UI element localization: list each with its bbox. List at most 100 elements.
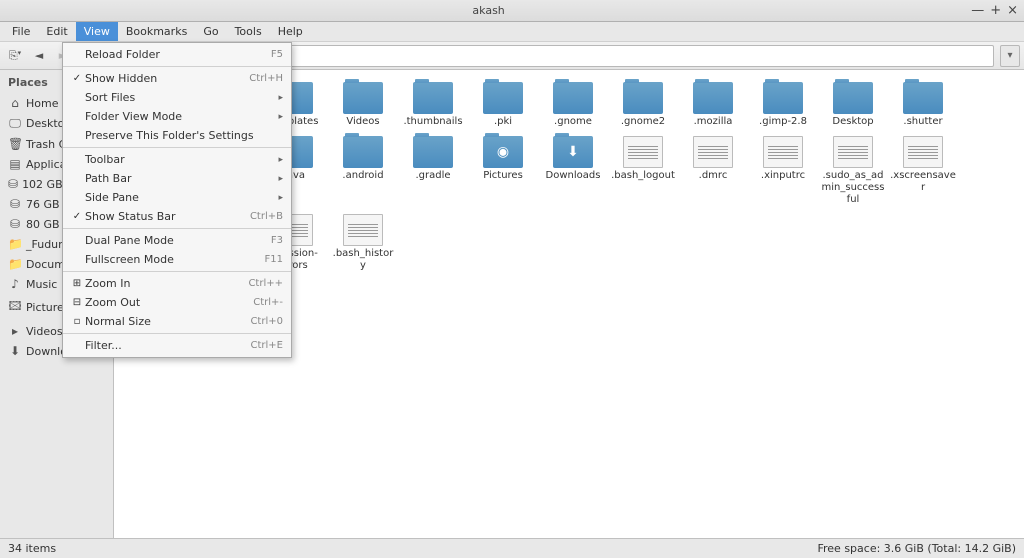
- item-label: .gimp-2.8: [759, 116, 807, 128]
- window-title: akash: [6, 4, 971, 17]
- path-dropdown[interactable]: ▾: [1000, 45, 1020, 67]
- menu-item-label: Normal Size: [85, 315, 250, 328]
- menu-check-icon: ✓: [69, 73, 85, 84]
- menu-check-icon: ⊞: [69, 278, 85, 289]
- menu-item-show-status-bar[interactable]: ✓Show Status BarCtrl+B: [63, 207, 291, 226]
- item-label: .bash_history: [330, 248, 396, 272]
- folder-item[interactable]: Videos: [328, 78, 398, 132]
- window-controls: — + ×: [971, 3, 1018, 18]
- menu-go[interactable]: Go: [195, 22, 226, 41]
- item-label: .pki: [494, 116, 512, 128]
- sidebar-item-icon: ⛁: [8, 217, 22, 231]
- menu-accelerator: Ctrl+B: [250, 211, 283, 222]
- maximize-button[interactable]: +: [990, 3, 1001, 18]
- menu-file[interactable]: File: [4, 22, 38, 41]
- item-label: .gnome2: [621, 116, 665, 128]
- folder-item[interactable]: .android: [328, 132, 398, 210]
- folder-item[interactable]: .thumbnails: [398, 78, 468, 132]
- item-label: .android: [342, 170, 383, 182]
- menu-separator: [63, 333, 291, 334]
- folder-icon: ⬇: [553, 136, 593, 168]
- folder-item[interactable]: .shutter: [888, 78, 958, 132]
- menu-item-label: Zoom Out: [85, 296, 253, 309]
- menu-tools[interactable]: Tools: [227, 22, 270, 41]
- new-tab-button[interactable]: ⎘▾: [4, 45, 26, 67]
- folder-icon: [693, 82, 733, 114]
- folder-item[interactable]: .mozilla: [678, 78, 748, 132]
- file-item[interactable]: .xinputrc: [748, 132, 818, 210]
- menu-bookmarks[interactable]: Bookmarks: [118, 22, 195, 41]
- menu-accelerator: Ctrl+0: [250, 316, 283, 327]
- folder-icon: [553, 82, 593, 114]
- menu-item-folder-view-mode[interactable]: Folder View Mode▸: [63, 107, 291, 126]
- menu-check-icon: ▫: [69, 316, 85, 327]
- minimize-button[interactable]: —: [971, 3, 984, 18]
- menu-separator: [63, 228, 291, 229]
- menu-item-dual-pane-mode[interactable]: Dual Pane ModeF3: [63, 231, 291, 250]
- menu-item-reload-folder[interactable]: Reload FolderF5: [63, 45, 291, 64]
- menu-item-label: Zoom In: [85, 277, 248, 290]
- folder-item[interactable]: ◉Pictures: [468, 132, 538, 210]
- menu-item-show-hidden[interactable]: ✓Show HiddenCtrl+H: [63, 69, 291, 88]
- menu-check-icon: ✓: [69, 211, 85, 222]
- menu-item-label: Path Bar: [85, 172, 272, 185]
- folder-item[interactable]: .gnome: [538, 78, 608, 132]
- menu-accelerator: Ctrl++: [248, 278, 283, 289]
- close-button[interactable]: ×: [1007, 3, 1018, 18]
- menu-accelerator: Ctrl+H: [249, 73, 283, 84]
- sidebar-item-icon: 🗑: [8, 137, 22, 151]
- item-label: .gradle: [415, 170, 450, 182]
- menu-item-label: Side Pane: [85, 191, 272, 204]
- menu-item-zoom-out[interactable]: ⊟Zoom OutCtrl+-: [63, 293, 291, 312]
- back-button[interactable]: ◄: [28, 45, 50, 67]
- menu-item-toolbar[interactable]: Toolbar▸: [63, 150, 291, 169]
- sidebar-item-icon: ▤: [8, 157, 22, 171]
- item-label: Pictures: [483, 170, 523, 182]
- text-file-icon: [623, 136, 663, 168]
- menu-item-label: Show Status Bar: [85, 210, 250, 223]
- sidebar-item-icon: ♪: [8, 277, 22, 291]
- folder-item[interactable]: Desktop: [818, 78, 888, 132]
- folder-item[interactable]: .gimp-2.8: [748, 78, 818, 132]
- sidebar-item-icon: 🖾: [8, 297, 22, 318]
- menu-separator: [63, 271, 291, 272]
- menu-item-label: Folder View Mode: [85, 110, 272, 123]
- sidebar-item-label: Music: [26, 278, 57, 291]
- menu-help[interactable]: Help: [270, 22, 311, 41]
- sidebar-item-icon: 📁: [8, 237, 22, 251]
- menu-view[interactable]: View: [76, 22, 118, 41]
- file-item[interactable]: .xscreensaver: [888, 132, 958, 210]
- status-bar: 34 items Free space: 3.6 GiB (Total: 14.…: [0, 538, 1024, 558]
- item-label: Desktop: [832, 116, 873, 128]
- menubar: FileEditViewBookmarksGoToolsHelp: [0, 22, 1024, 42]
- folder-item[interactable]: ⬇Downloads: [538, 132, 608, 210]
- menu-item-normal-size[interactable]: ▫Normal SizeCtrl+0: [63, 312, 291, 331]
- menu-edit[interactable]: Edit: [38, 22, 75, 41]
- folder-icon: [623, 82, 663, 114]
- menu-item-label: Sort Files: [85, 91, 272, 104]
- menu-item-filter[interactable]: Filter...Ctrl+E: [63, 336, 291, 355]
- menu-item-label: Dual Pane Mode: [85, 234, 271, 247]
- submenu-arrow-icon: ▸: [272, 112, 283, 122]
- sidebar-item-icon: ▸: [8, 324, 22, 338]
- file-item[interactable]: .dmrc: [678, 132, 748, 210]
- submenu-arrow-icon: ▸: [272, 93, 283, 103]
- menu-item-label: Show Hidden: [85, 72, 249, 85]
- menu-item-preserve-this-folder-s-settings[interactable]: Preserve This Folder's Settings: [63, 126, 291, 145]
- sidebar-item-icon: 🖵: [8, 116, 22, 131]
- menu-item-side-pane[interactable]: Side Pane▸: [63, 188, 291, 207]
- menu-accelerator: Ctrl+E: [251, 340, 284, 351]
- folder-item[interactable]: .pki: [468, 78, 538, 132]
- folder-item[interactable]: .gnome2: [608, 78, 678, 132]
- menu-item-label: Reload Folder: [85, 48, 271, 61]
- file-item[interactable]: .bash_history: [328, 210, 398, 276]
- file-item[interactable]: .sudo_as_admin_successful: [818, 132, 888, 210]
- folder-item[interactable]: .gradle: [398, 132, 468, 210]
- menu-item-sort-files[interactable]: Sort Files▸: [63, 88, 291, 107]
- sidebar-item-icon: 📁: [8, 257, 22, 271]
- menu-item-fullscreen-mode[interactable]: Fullscreen ModeF11: [63, 250, 291, 269]
- menu-item-path-bar[interactable]: Path Bar▸: [63, 169, 291, 188]
- file-item[interactable]: .bash_logout: [608, 132, 678, 210]
- item-label: .sudo_as_admin_successful: [820, 170, 886, 206]
- menu-item-zoom-in[interactable]: ⊞Zoom InCtrl++: [63, 274, 291, 293]
